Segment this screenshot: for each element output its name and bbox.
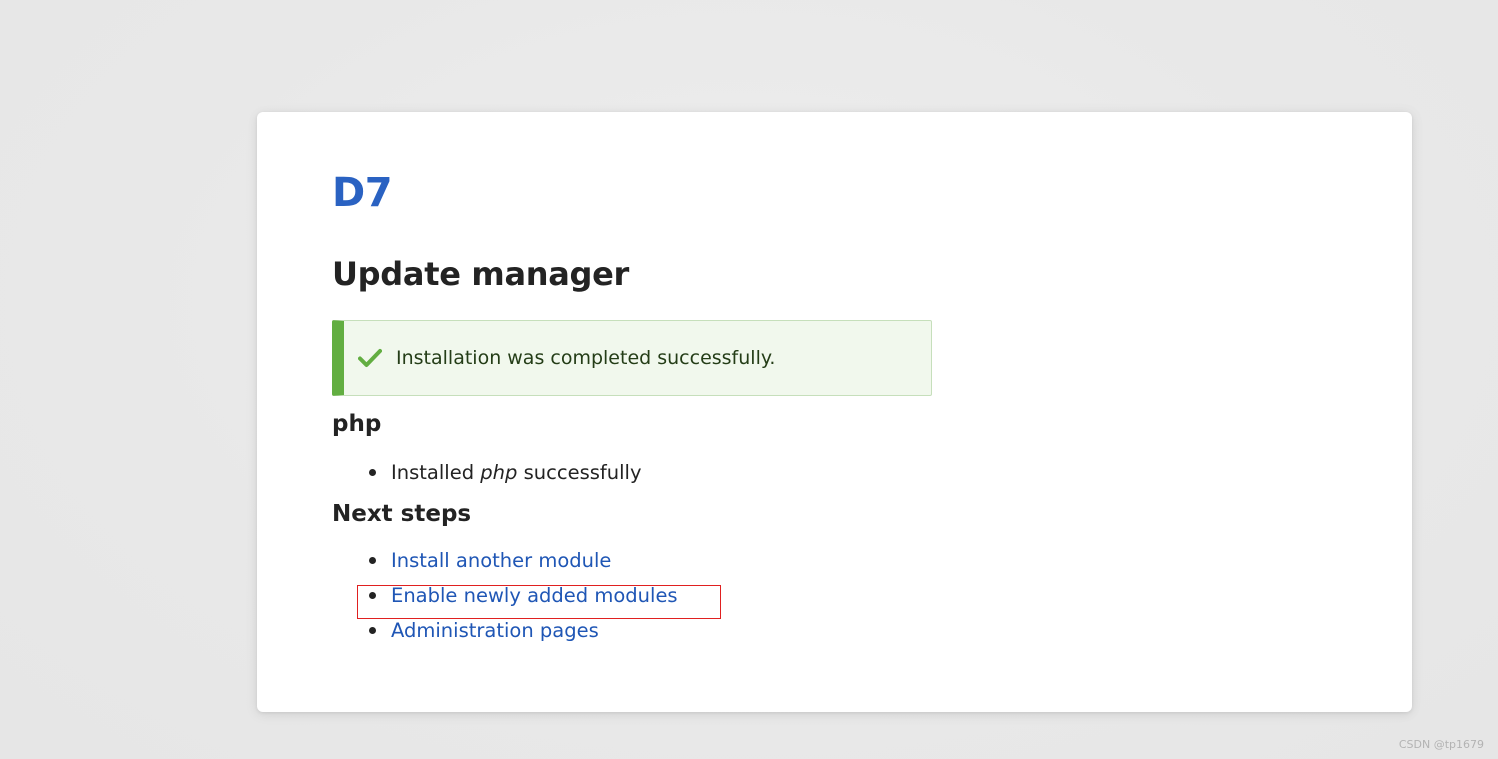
- site-name-link[interactable]: D7: [332, 167, 393, 219]
- bullet: [369, 557, 376, 564]
- next-steps-title: Next steps: [332, 501, 472, 527]
- list-item: Install another module: [332, 543, 678, 578]
- list-item: Installed php successfully: [332, 455, 641, 490]
- result-project-name: php: [480, 461, 518, 484]
- status-message-text: Installation was completed successfully.: [396, 347, 776, 369]
- administration-pages-link[interactable]: Administration pages: [391, 619, 599, 642]
- page-title: Update manager: [332, 255, 630, 293]
- project-title: php: [332, 411, 382, 437]
- result-prefix: Installed: [391, 461, 481, 484]
- checkmark-icon: [356, 344, 384, 372]
- bullet: [369, 627, 376, 634]
- watermark: CSDN @tp1679: [1398, 738, 1484, 751]
- status-message: Installation was completed successfully.: [332, 320, 932, 396]
- bullet: [369, 469, 376, 476]
- install-another-module-link[interactable]: Install another module: [391, 549, 611, 572]
- content-card: D7 Update manager Installation was compl…: [257, 112, 1412, 712]
- project-results-list: Installed php successfully: [332, 455, 641, 490]
- page-background: D7 Update manager Installation was compl…: [0, 0, 1498, 759]
- annotation-highlight-box: [357, 585, 721, 619]
- result-suffix: successfully: [517, 461, 642, 484]
